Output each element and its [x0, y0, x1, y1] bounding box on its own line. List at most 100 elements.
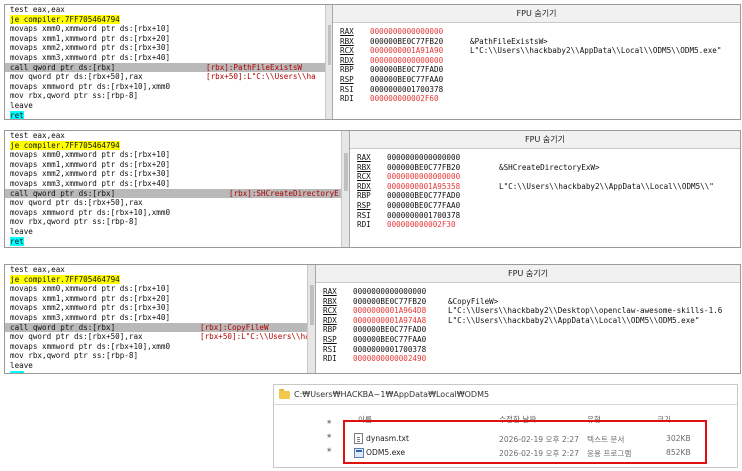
asm-text: call qword ptr ds:[rbx]	[10, 322, 116, 332]
register-row[interactable]: RBX 000000BE0C77FB20 &CopyFileW>	[323, 297, 736, 307]
asm-line[interactable]: movaps xmm0,xmmword ptr ds:[rbx+10]	[5, 284, 307, 294]
register-row[interactable]: RAX 0000000000000000	[357, 153, 736, 163]
register-row[interactable]: RDI 000000000002F60	[340, 94, 736, 104]
asm-line[interactable]: ret	[5, 110, 325, 119]
register-value: 000000000002F60	[370, 94, 439, 104]
asm-line[interactable]: je compiler.7FF705464794	[5, 140, 341, 151]
asm-line[interactable]: leave	[5, 227, 341, 237]
register-row[interactable]: RDI 0000000000002490	[323, 354, 736, 364]
asm-line[interactable]: ret	[5, 370, 307, 373]
asm-line[interactable]: movaps xmm1,xmmword ptr ds:[rbx+20]	[5, 160, 341, 170]
asm-line[interactable]: int3	[5, 246, 341, 247]
register-row[interactable]: RDX 0000000000000000	[340, 56, 736, 66]
fpu-toggle[interactable]: FPU 숨기기	[316, 265, 740, 283]
asm-line[interactable]: movaps xmm0,xmmword ptr ds:[rbx+10]	[5, 150, 341, 160]
asm-line[interactable]: mov qword ptr ds:[rbx+50],rax [rbx+50]:L"…	[5, 72, 325, 82]
register-row[interactable]: RSP 000000BE0C77FAA0	[357, 201, 736, 211]
asm-line[interactable]: movaps xmm1,xmmword ptr ds:[rbx+20]	[5, 34, 325, 44]
register-row[interactable]: RCX 0000000000000000	[357, 172, 736, 182]
register-row[interactable]: RBX 000000BE0C77FB20 &SHCreateDirectoryExW…	[357, 163, 736, 173]
register-value: 0000000000000000	[387, 172, 461, 182]
asm-line[interactable]: movaps xmm2,xmmword ptr ds:[rbx+30]	[5, 303, 307, 313]
asm-line[interactable]: movaps xmm3,xmmword ptr ds:[rbx+40]	[5, 179, 341, 189]
register-row[interactable]: RDX 0000000001A95358 L"C:\\Users\\hackbaby…	[357, 182, 736, 192]
pin-icon[interactable]: ★	[326, 433, 333, 440]
register-row[interactable]: RBP 000000BE0C77FAD0	[357, 191, 736, 201]
register-row[interactable]: RDX 0000000001A974A8 L"C:\\Users\\hackbaby…	[323, 316, 736, 326]
highlight-box	[343, 420, 707, 464]
asm-text: movaps xmmword ptr ds:[rbx+10],xmm0	[10, 81, 171, 91]
asm-line[interactable]: mov rbx,qword ptr ss:[rbp-8]	[5, 351, 307, 361]
register-name: RCX	[340, 46, 354, 56]
asm-line[interactable]: mov qword ptr ds:[rbx+50],rax [rbx+50]:L"…	[5, 332, 307, 342]
asm-line[interactable]: test eax,eax	[5, 5, 325, 15]
asm-line[interactable]: movaps xmmword ptr ds:[rbx+10],xmm0	[5, 208, 341, 218]
register-name: RAX	[357, 153, 371, 162]
register-row[interactable]: RBP 000000BE0C77FAD0	[323, 325, 736, 335]
disassembly-view[interactable]: test eax,eax je compiler.7FF705464794 mova…	[5, 5, 325, 119]
register-name: RCX	[357, 172, 371, 182]
register-value: 000000BE0C77FB20	[370, 36, 444, 46]
asm-text: movaps xmm0,xmmword ptr ds:[rbx+10]	[10, 284, 171, 294]
register-view: FPU 숨기기 RAX 0000000000000000 RBX 000000BE0C…	[332, 5, 740, 119]
register-row[interactable]: RSI 0000000001700378	[340, 85, 736, 95]
asm-line[interactable]: movaps xmm3,xmmword ptr ds:[rbx+40]	[5, 53, 325, 63]
asm-line[interactable]: call qword ptr ds:[rbx] [rbx]:CopyFileW	[5, 322, 307, 333]
disassembly-view[interactable]: test eax,eax je compiler.7FF705464794 mova…	[5, 131, 341, 247]
pin-icon[interactable]: ★	[326, 419, 333, 426]
asm-text: movaps xmm1,xmmword ptr ds:[rbx+20]	[10, 159, 171, 169]
asm-line[interactable]: je compiler.7FF705464794	[5, 14, 325, 25]
fpu-toggle[interactable]: FPU 숨기기	[350, 131, 740, 149]
disassembly-view[interactable]: test eax,eax je compiler.7FF705464794 mova…	[5, 265, 307, 373]
asm-line[interactable]: movaps xmm2,xmmword ptr ds:[rbx+30]	[5, 43, 325, 53]
register-value: 000000BE0C77FAA0	[353, 335, 427, 344]
asm-line[interactable]: je compiler.7FF705464794	[5, 274, 307, 285]
register-name: RDI	[323, 354, 337, 364]
register-view: FPU 숨기기 RAX 0000000000000000 RBX 000000BE0C…	[315, 265, 740, 373]
register-value: 000000BE0C77FAD0	[353, 325, 427, 335]
asm-line[interactable]: test eax,eax	[5, 265, 307, 275]
asm-line[interactable]: movaps xmm3,xmmword ptr ds:[rbx+40]	[5, 313, 307, 323]
register-row[interactable]: RSI 0000000001700378	[323, 345, 736, 355]
register-value: 0000000001700378	[370, 84, 444, 94]
asm-text: movaps xmm0,xmmword ptr ds:[rbx+10]	[10, 150, 171, 160]
register-row[interactable]: RCX 0000000001A91A90 L"C:\\Users\\hackbaby…	[340, 46, 736, 56]
asm-line[interactable]: movaps xmmword ptr ds:[rbx+10],xmm0	[5, 342, 307, 352]
asm-text: test eax,eax	[10, 131, 65, 140]
asm-text: ret	[10, 236, 24, 246]
asm-text: leave	[10, 100, 33, 110]
register-value: 0000000000000000	[370, 55, 444, 65]
asm-line[interactable]: leave	[5, 361, 307, 371]
register-name: RBX	[340, 36, 354, 46]
asm-text: movaps xmm0,xmmword ptr ds:[rbx+10]	[10, 24, 171, 34]
asm-text: movaps xmm2,xmmword ptr ds:[rbx+30]	[10, 169, 171, 179]
asm-line[interactable]: mov qword ptr ds:[rbx+50],rax	[5, 198, 341, 208]
register-row[interactable]: RSP 000000BE0C77FAA0	[340, 75, 736, 85]
asm-line[interactable]: call qword ptr ds:[rbx] [rbx]:PathFileExi…	[5, 62, 325, 73]
asm-line[interactable]: movaps xmm0,xmmword ptr ds:[rbx+10]	[5, 24, 325, 34]
debugger-panel-3: test eax,eax je compiler.7FF705464794 mova…	[4, 264, 741, 374]
register-row[interactable]: RSI 0000000001700378	[357, 211, 736, 221]
asm-line[interactable]: mov rbx,qword ptr ss:[rbp-8]	[5, 91, 325, 101]
register-row[interactable]: RCX 0000000001A964D8 L"C:\\Users\\hackbaby…	[323, 306, 736, 316]
asm-line[interactable]: mov rbx,qword ptr ss:[rbp-8]	[5, 217, 341, 227]
register-row[interactable]: RBX 000000BE0C77FB20 &PathFileExistsW>	[340, 37, 736, 47]
register-value: 000000BE0C77FB20	[387, 162, 461, 172]
asm-line[interactable]: leave	[5, 101, 325, 111]
asm-line[interactable]: ret	[5, 236, 341, 247]
register-value: 000000BE0C77FAA0	[370, 75, 444, 84]
register-row[interactable]: RSP 000000BE0C77FAA0	[323, 335, 736, 345]
fpu-toggle[interactable]: FPU 숨기기	[333, 5, 740, 23]
register-row[interactable]: RDI 000000000002F30	[357, 220, 736, 230]
pin-icon[interactable]: ★	[326, 447, 333, 454]
asm-line[interactable]: call qword ptr ds:[rbx] [rbx]:SHCreateDir…	[5, 188, 341, 199]
asm-line[interactable]: movaps xmm1,xmmword ptr ds:[rbx+20]	[5, 294, 307, 304]
asm-line[interactable]: movaps xmm2,xmmword ptr ds:[rbx+30]	[5, 169, 341, 179]
register-row[interactable]: RAX 0000000000000000	[323, 287, 736, 297]
register-row[interactable]: RBP 000000BE0C77FAD0	[340, 65, 736, 75]
asm-text: movaps xmmword ptr ds:[rbx+10],xmm0	[10, 341, 171, 351]
asm-line[interactable]: test eax,eax	[5, 131, 341, 141]
address-bar[interactable]: C:₩Users₩HACKBA~1₩AppData₩Local₩ODM5	[274, 385, 737, 405]
register-row[interactable]: RAX 0000000000000000	[340, 27, 736, 37]
asm-line[interactable]: movaps xmmword ptr ds:[rbx+10],xmm0	[5, 82, 325, 92]
